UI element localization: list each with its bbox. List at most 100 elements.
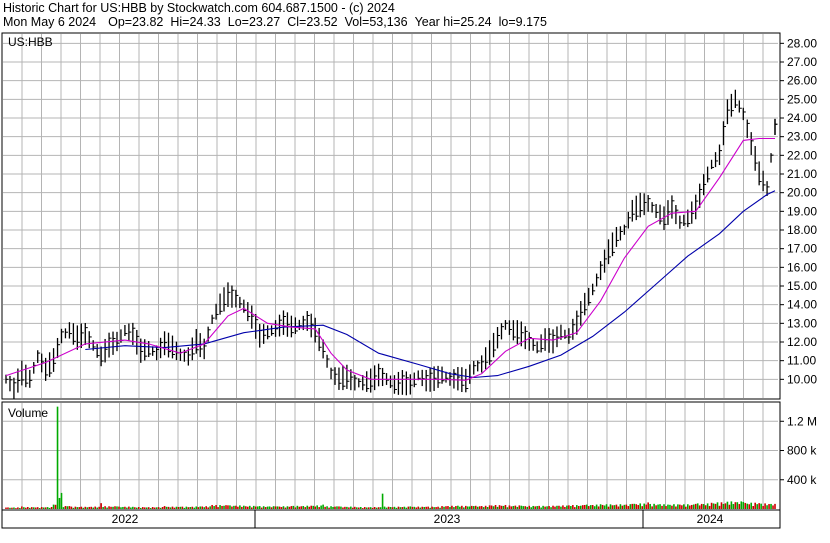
volume-bar [28, 507, 31, 509]
volume-bar [110, 506, 112, 509]
volume-bar [675, 506, 677, 509]
volume-bar [108, 506, 110, 509]
volume-bar [760, 503, 762, 509]
volume-bar [415, 507, 418, 509]
volume-bar [17, 507, 19, 509]
volume-bar [677, 504, 679, 509]
volume-bar [66, 506, 69, 509]
volume-bar [449, 507, 451, 509]
volume-bar [272, 506, 275, 509]
volume-bar [375, 507, 378, 509]
volume-bar [738, 504, 741, 509]
volume-bar [546, 506, 548, 509]
volume-bar [472, 506, 475, 509]
volume-bar [5, 507, 7, 509]
volume-bar [288, 506, 291, 509]
volume-bar [262, 506, 265, 509]
volume-bar [637, 505, 640, 509]
volume-bar [256, 506, 259, 509]
volume-bar [344, 506, 346, 509]
volume-bar [185, 506, 188, 509]
volume-bar [429, 507, 431, 509]
year-label: 2022 [112, 512, 139, 526]
volume-bar [120, 507, 122, 509]
volume-tick-label: 400 k [787, 473, 817, 487]
volume-bar [465, 505, 467, 509]
symbol-label: US:HBB [8, 35, 53, 49]
volume-bar [141, 507, 144, 509]
volume-bar [548, 505, 550, 509]
volume-bar [734, 502, 737, 509]
volume-bar [528, 505, 531, 509]
volume-bar [572, 505, 574, 509]
volume-bar [526, 506, 529, 509]
price-tick-label: 23.00 [787, 130, 817, 144]
volume-bar [54, 504, 57, 509]
volume-bar [354, 506, 356, 509]
volume-bar [239, 505, 241, 509]
volume-bar [268, 506, 271, 509]
volume-bar [383, 506, 386, 509]
volume-bar [492, 506, 495, 509]
volume-bar [27, 506, 29, 509]
volume-bar [560, 506, 562, 509]
volume-bar [70, 506, 73, 509]
volume-bar [627, 506, 630, 509]
volume-bar [568, 505, 570, 509]
volume-bar [455, 506, 457, 509]
volume-bar [44, 507, 47, 509]
volume-bar [522, 506, 525, 509]
volume-bar [558, 505, 560, 509]
volume-bar [427, 506, 429, 509]
volume-bar [278, 506, 281, 509]
volume-bar [667, 504, 669, 509]
volume-bar [300, 506, 303, 509]
volume-bar [171, 506, 174, 509]
volume-bar [623, 504, 626, 509]
volume-bar [562, 505, 564, 509]
volume-bar [365, 507, 368, 509]
price-tick-label: 11.00 [787, 354, 816, 368]
volume-bar [98, 506, 100, 509]
volume-bar [104, 506, 106, 509]
volume-bar [128, 506, 130, 509]
price-tick-label: 18.00 [787, 223, 817, 237]
price-tick-label: 25.00 [787, 92, 817, 106]
volume-bar [387, 506, 390, 509]
volume-bar [270, 507, 273, 509]
volume-bar [746, 503, 749, 509]
volume-bar [581, 505, 584, 509]
volume-bar [241, 506, 243, 509]
volume-bar [688, 505, 691, 509]
volume-bar [437, 506, 439, 509]
volume-bar [82, 507, 85, 509]
volume-bar [147, 507, 150, 509]
volume-bar [476, 506, 479, 509]
volume-bar [556, 505, 558, 509]
volume-bar [520, 505, 523, 509]
volume-bar [564, 506, 566, 509]
volume-bar [704, 505, 707, 509]
volume-bar [187, 507, 190, 509]
volume-bar [421, 506, 424, 509]
volume-bar [306, 505, 309, 509]
volume-bar [601, 504, 604, 509]
volume-bar [7, 507, 9, 509]
volume-bar [118, 506, 120, 509]
volume-bar [439, 507, 441, 509]
volume-bar [130, 507, 132, 509]
volume-bar [149, 508, 152, 509]
volume-bar [389, 506, 392, 509]
volume-bar [722, 503, 725, 509]
volume-bar [373, 506, 376, 509]
volume-bar [34, 507, 37, 509]
volume-bar [407, 506, 410, 509]
volume-bar [576, 505, 578, 509]
price-tick-label: 20.00 [787, 186, 817, 200]
volume-bar [252, 505, 255, 509]
volume-bar [431, 506, 433, 509]
volume-bar [716, 502, 719, 509]
volume-bar [653, 503, 655, 509]
volume-bar [336, 506, 338, 509]
volume-bar [314, 506, 316, 509]
